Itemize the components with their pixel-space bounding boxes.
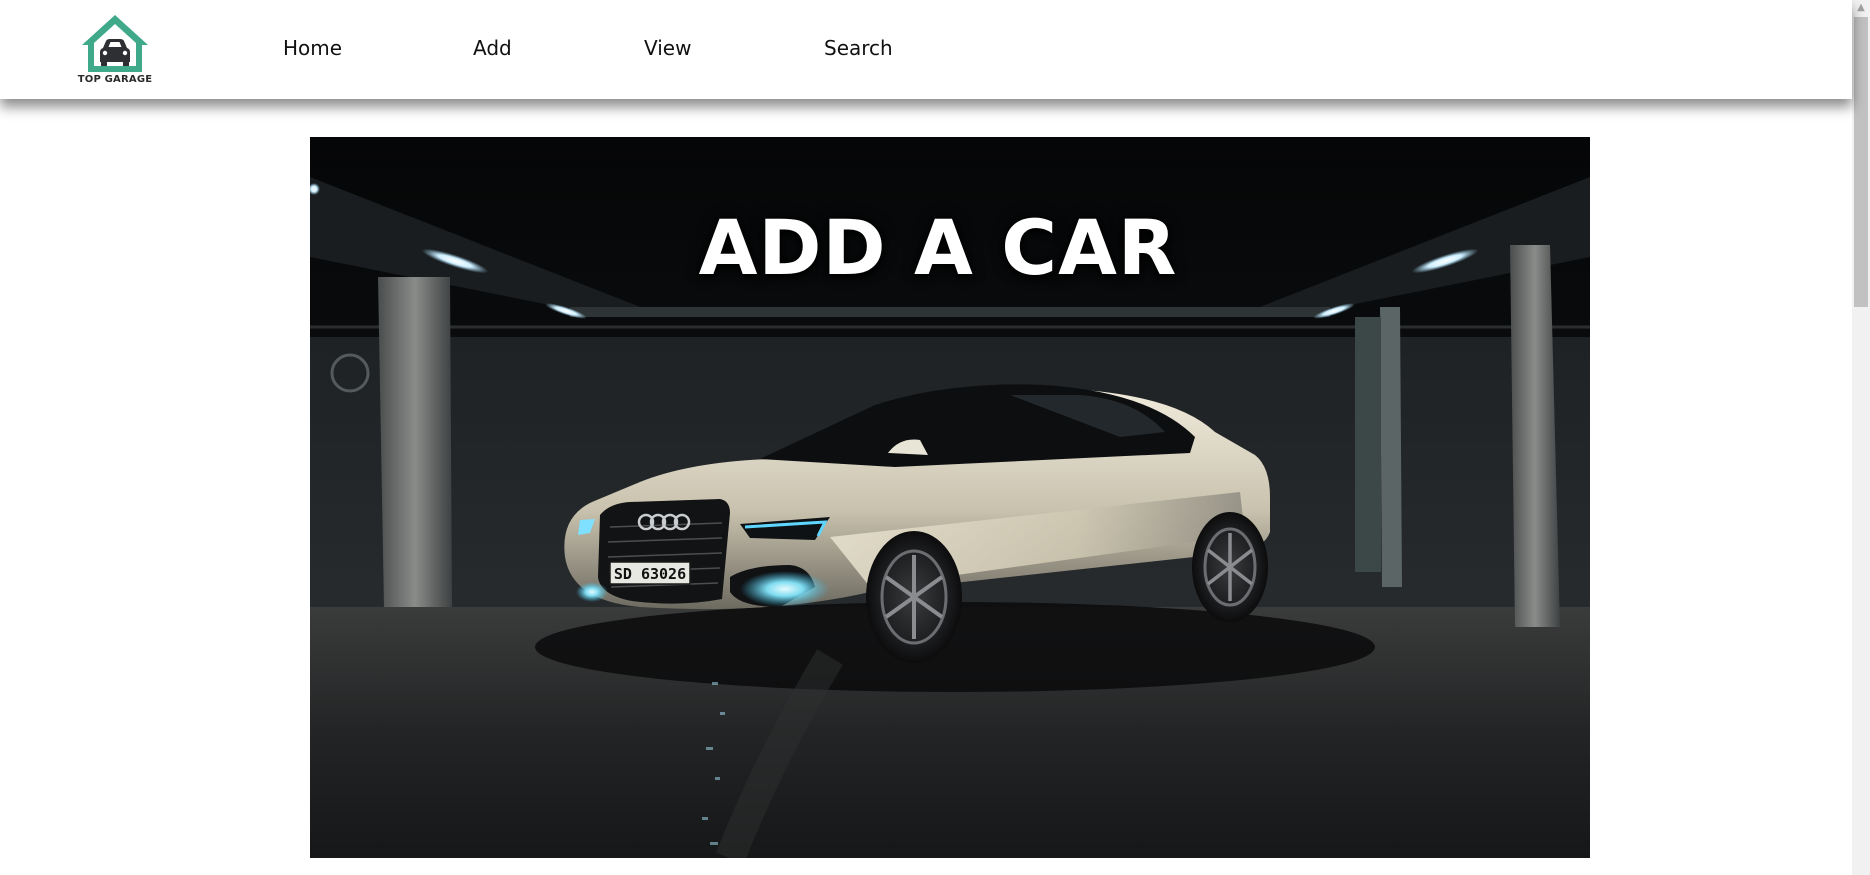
top-garage-logo[interactable]: TOP GARAGE (73, 12, 157, 88)
garage-car-icon (82, 15, 148, 72)
vertical-scrollbar[interactable]: ▲ (1852, 0, 1870, 875)
nav-link-view[interactable]: View (644, 36, 691, 60)
logo-text: TOP GARAGE (77, 74, 153, 85)
nav-link-search[interactable]: Search (824, 36, 893, 60)
nav-link-add[interactable]: Add (473, 36, 512, 60)
nav-link-home[interactable]: Home (283, 36, 342, 60)
hero-title: ADD A CAR (698, 203, 1178, 292)
page: TOP GARAGE Home Add View Search SD 63026… (0, 0, 1870, 875)
top-navbar: TOP GARAGE Home Add View Search (0, 0, 1852, 99)
license-plate: SD 63026 (614, 565, 686, 583)
chevron-up-icon[interactable]: ▲ (1852, 0, 1870, 16)
scrollbar-thumb[interactable] (1854, 17, 1868, 307)
hero-banner: SD 63026 ADD A CAR (310, 137, 1590, 858)
